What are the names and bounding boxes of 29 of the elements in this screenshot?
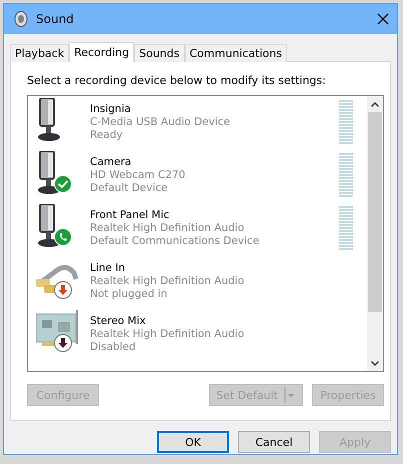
microphone-icon xyxy=(36,98,62,142)
dialog-button[interactable]: OK xyxy=(157,431,229,453)
device-driver: C-Media USB Audio Device xyxy=(90,116,231,129)
device-name[interactable]: Insignia xyxy=(90,103,339,116)
chevron-up-icon xyxy=(371,102,379,106)
dialog-button[interactable]: Cancel xyxy=(238,431,310,453)
device-driver: Realtek High Definition Audio xyxy=(90,328,246,341)
instruction-text: Select a recording device below to modify its settings: xyxy=(27,74,327,87)
device-status: Disabled xyxy=(90,341,137,354)
device-status: Not plugged in xyxy=(90,288,168,301)
device-name[interactable]: Camera xyxy=(90,156,339,169)
tab[interactable]: Playback xyxy=(10,44,70,62)
device-driver: HD Webcam C270 xyxy=(90,169,186,182)
window-title: Sound xyxy=(36,12,75,26)
device-status: Ready xyxy=(90,129,124,142)
device-driver: Realtek High Definition Audio xyxy=(90,275,246,288)
device-name[interactable]: Stereo Mix xyxy=(90,315,367,328)
device-status: Default Device xyxy=(90,182,169,195)
chevron-down-icon xyxy=(371,360,379,366)
tab[interactable]: Recording xyxy=(69,42,134,62)
scrollbar-thumb[interactable] xyxy=(368,112,382,312)
device-name[interactable]: Line In xyxy=(90,262,367,275)
tab[interactable]: Sounds xyxy=(134,44,184,62)
close-icon[interactable] xyxy=(377,13,389,25)
device-name[interactable]: Front Panel Mic xyxy=(90,209,339,222)
speaker-icon xyxy=(14,11,28,27)
device-driver: Realtek High Definition Audio xyxy=(90,222,246,235)
tab[interactable]: Communications xyxy=(184,44,287,62)
device-status: Default Communications Device xyxy=(90,235,260,248)
